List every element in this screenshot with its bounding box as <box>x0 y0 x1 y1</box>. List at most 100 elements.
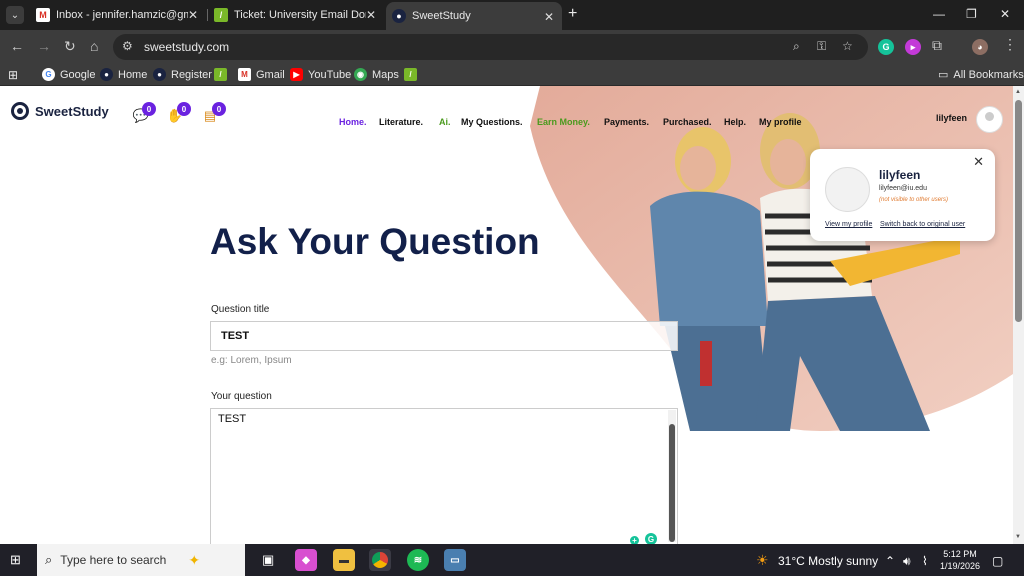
all-bookmarks[interactable]: ▭ All Bookmarks <box>938 68 1024 82</box>
feather-icon: / <box>214 68 227 81</box>
chrome-logo <box>372 552 388 568</box>
page-scrollbar[interactable]: ▲ ▼ <box>1013 86 1024 544</box>
speaker-icon[interactable]: 🔊︎ <box>903 554 911 569</box>
weather-icon[interactable]: ☀ <box>756 552 769 569</box>
forward-icon[interactable]: → <box>37 38 51 54</box>
grammarly-icon[interactable]: G <box>645 533 657 544</box>
close-tab-icon[interactable]: ✕ <box>544 10 554 24</box>
nav-literature[interactable]: Literature. <box>379 117 423 127</box>
back-icon[interactable]: ← <box>10 38 24 54</box>
password-key-icon[interactable]: ⚿ <box>817 39 826 54</box>
question-title-input[interactable]: TEST <box>210 321 678 351</box>
nav-home[interactable]: Home. <box>339 117 367 127</box>
task-view-icon[interactable]: ▣ <box>262 552 274 568</box>
browser-menu-icon[interactable]: ⋮ <box>1003 36 1017 53</box>
extensions-puzzle-icon[interactable]: ⧉ <box>932 37 942 54</box>
grammarly-plus-icon[interactable]: + <box>630 536 639 544</box>
bookmark-maps[interactable]: ◉ Maps <box>354 68 399 81</box>
bookmark-label: YouTube <box>308 68 352 81</box>
chrome-icon[interactable] <box>369 549 391 571</box>
new-tab-icon[interactable]: + <box>568 5 577 23</box>
bookmark-google[interactable]: G Google <box>42 68 95 81</box>
bookmark-feather[interactable]: / <box>404 68 422 81</box>
bookmark-label: Maps <box>372 68 399 81</box>
bookmark-label: Google <box>60 68 96 81</box>
windows-taskbar: ⊞ ⌕ Type here to search ✦ ▣ ◆ ▬ ≋ ▭ ☀ 31… <box>0 544 1024 576</box>
youtube-icon: ▶ <box>290 68 303 81</box>
home-icon[interactable]: ⌂ <box>90 38 98 54</box>
bookmark-star-icon[interactable]: ☆ <box>842 39 853 53</box>
apps-grid-icon[interactable]: ⊞ <box>8 68 18 82</box>
tab-search-icon[interactable]: ⌄ <box>6 6 24 24</box>
page-title: Ask Your Question <box>210 221 540 262</box>
notifications-icon[interactable]: ▢ <box>992 554 1003 568</box>
site-info-icon[interactable]: ⚙ <box>122 39 133 53</box>
scroll-down-icon[interactable]: ▼ <box>1015 534 1021 540</box>
reload-icon[interactable]: ↻ <box>64 38 76 55</box>
bookmark-register[interactable]: ● Register <box>153 68 212 81</box>
windows-start-icon[interactable]: ⊞ <box>10 552 21 568</box>
messages-badge: 0 <box>212 102 226 116</box>
sweetstudy-logo[interactable]: SweetStudy <box>11 102 109 120</box>
search-highlight-icon: ✦ <box>188 551 201 568</box>
popup-visibility-note: (not visible to other users) <box>879 197 949 203</box>
bookmark-label: Register <box>171 68 212 81</box>
scroll-up-icon[interactable]: ▲ <box>1015 89 1021 95</box>
bookmark-feather[interactable]: / <box>214 68 232 81</box>
browser-tab-strip: ⌄ M Inbox - jennifer.hamzic@gmail. ✕ / T… <box>0 0 1024 30</box>
switch-user-link[interactable]: Switch back to original user <box>880 221 965 228</box>
home-site-icon: ● <box>100 68 113 81</box>
close-tab-icon[interactable]: ✕ <box>188 8 198 22</box>
tab-title: Ticket: University Email Domain <box>234 9 366 21</box>
minimize-icon[interactable]: — <box>933 7 945 21</box>
hand-badge: 0 <box>177 102 191 116</box>
textarea-scrollbar[interactable] <box>668 410 676 542</box>
tab-gmail[interactable]: M Inbox - jennifer.hamzic@gmail. ✕ <box>30 0 206 30</box>
close-icon[interactable]: ✕ <box>973 154 984 170</box>
question-textarea[interactable]: TEST <box>210 408 678 544</box>
nav-help[interactable]: Help. <box>724 117 746 127</box>
network-icon[interactable]: ⌇ <box>922 554 928 568</box>
tab-ticket[interactable]: / Ticket: University Email Domain ✕ <box>208 0 384 30</box>
clock[interactable]: 5:12 PM 1/19/2026 <box>940 548 980 572</box>
url-text[interactable]: sweetstudy.com <box>144 40 229 54</box>
clock-date: 1/19/2026 <box>940 561 981 571</box>
bookmark-label: Gmail <box>256 68 285 81</box>
restore-icon[interactable]: ❐ <box>966 7 977 21</box>
nav-purchased[interactable]: Purchased. <box>663 117 712 127</box>
folder-icon: ▭ <box>938 69 949 81</box>
header-username[interactable]: lilyfeen <box>936 113 967 123</box>
question-title-hint: e.g: Lorem, Ipsum <box>211 355 292 366</box>
nav-my-questions[interactable]: My Questions. <box>461 117 523 127</box>
popup-avatar <box>825 167 870 212</box>
profile-avatar-icon[interactable]: ◕ <box>972 39 988 55</box>
copilot-icon[interactable]: ◆ <box>295 549 317 571</box>
notepad-icon[interactable]: ▭ <box>444 549 466 571</box>
bookmark-youtube[interactable]: ▶ YouTube <box>290 68 351 81</box>
weather-text[interactable]: 31°C Mostly sunny <box>778 554 878 568</box>
tray-chevron-icon[interactable]: ⌃ <box>885 554 895 568</box>
close-window-icon[interactable]: ✕ <box>1000 7 1010 21</box>
page-scroll-thumb[interactable] <box>1015 100 1022 322</box>
nav-my-profile[interactable]: My profile <box>759 117 802 127</box>
nav-ai[interactable]: Ai. <box>439 117 451 127</box>
bookmark-gmail[interactable]: M Gmail <box>238 68 285 81</box>
question-title-label: Question title <box>211 304 270 315</box>
extension-icon[interactable]: ▸ <box>905 39 921 55</box>
tab-sweetstudy[interactable]: ● SweetStudy ✕ <box>386 2 562 30</box>
spotify-icon[interactable]: ≋ <box>407 549 429 571</box>
close-tab-icon[interactable]: ✕ <box>366 8 376 22</box>
bookmark-home[interactable]: ● Home <box>100 68 147 81</box>
view-profile-link[interactable]: View my profile <box>825 221 872 228</box>
nav-earn-money[interactable]: Earn Money. <box>537 117 590 127</box>
address-bar[interactable]: ⚙ sweetstudy.com ⌕ ⚿ ☆ <box>113 34 868 60</box>
user-avatar[interactable] <box>976 106 1003 133</box>
zoom-icon[interactable]: ⌕ <box>793 39 800 54</box>
tab-title: Inbox - jennifer.hamzic@gmail. <box>56 9 188 21</box>
taskbar-search[interactable]: ⌕ Type here to search ✦ <box>37 544 245 576</box>
file-explorer-icon[interactable]: ▬ <box>333 549 355 571</box>
textarea-scroll-thumb[interactable] <box>669 424 675 542</box>
grammarly-extension-icon[interactable]: G <box>878 39 894 55</box>
popup-username: lilyfeen <box>879 168 921 182</box>
nav-payments[interactable]: Payments. <box>604 117 649 127</box>
